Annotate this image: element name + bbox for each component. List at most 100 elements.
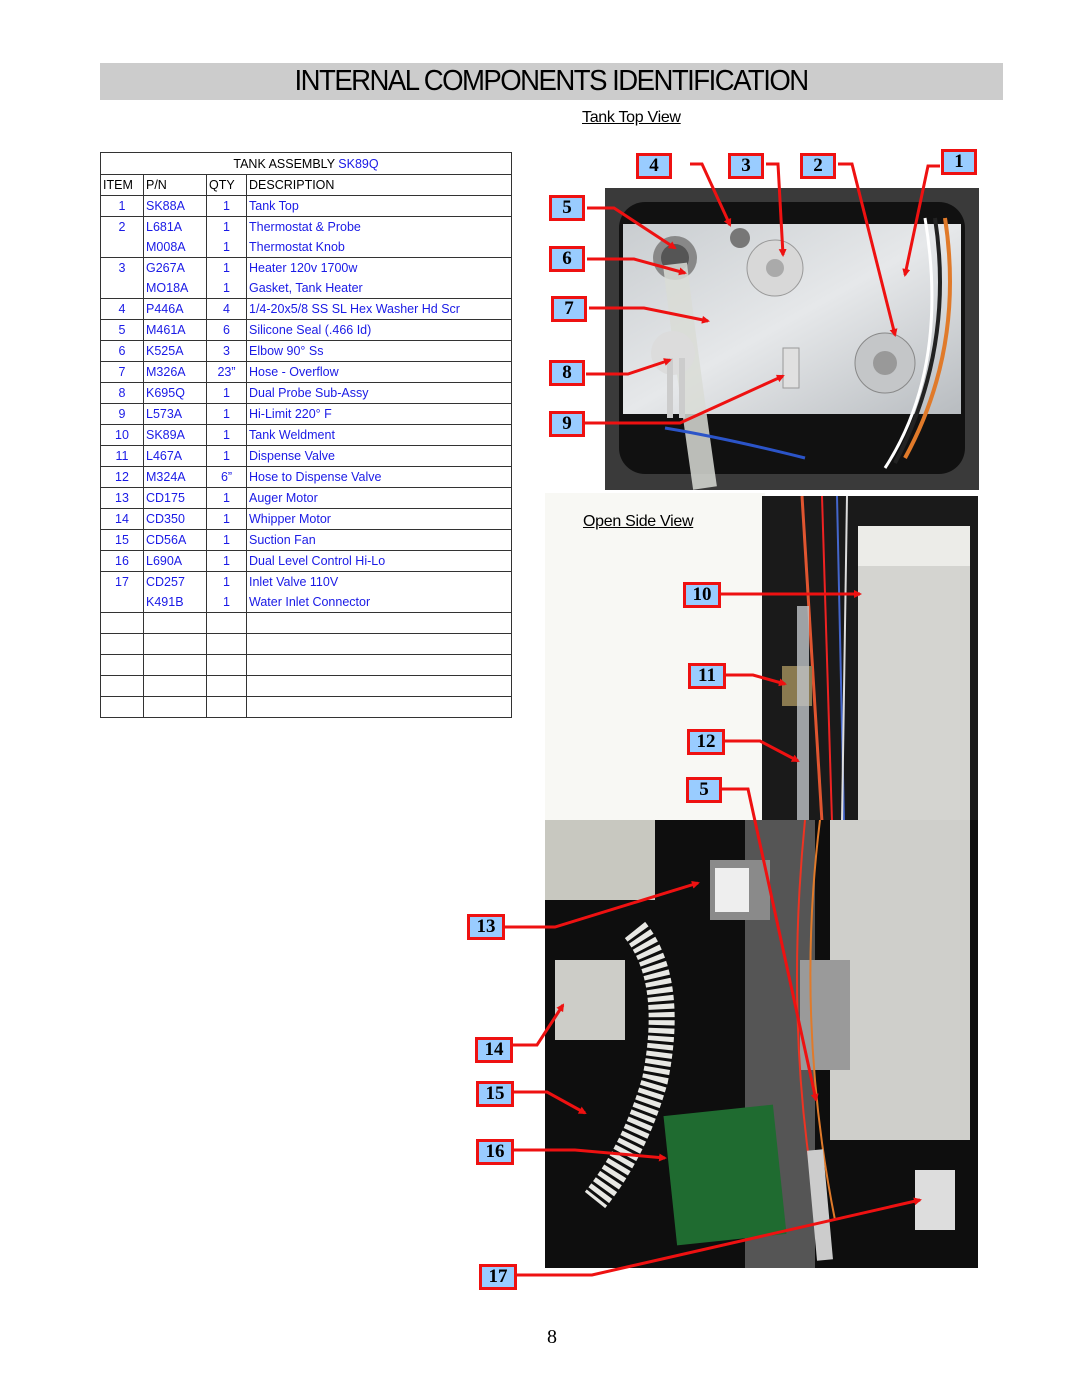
empty-cell [143, 696, 207, 718]
cell-pn: L573A [143, 403, 207, 425]
cell-pn: CD56A [143, 529, 207, 551]
cell-qty: 1 [206, 571, 247, 592]
cell-description: Silicone Seal (.466 Id) [246, 319, 512, 341]
cell-item: 2 [100, 216, 144, 237]
cell-item: 7 [100, 361, 144, 383]
empty-cell [206, 675, 247, 697]
assembly-part-number: SK89Q [338, 156, 379, 171]
callout-1: 1 [941, 149, 977, 175]
cell-qty: 1 [206, 529, 247, 551]
cell-pn: CD175 [143, 487, 207, 509]
cell-pn: CD257 [143, 571, 207, 592]
cell-pn: K525A [143, 340, 207, 362]
table-row: 5 M461A 6 Silicone Seal (.466 Id) [100, 319, 512, 341]
table-row: 10 SK89A 1 Tank Weldment [100, 424, 512, 446]
cell-description: Water Inlet Connector [246, 592, 512, 613]
cell-description: Elbow 90° Ss [246, 340, 512, 362]
cell-pn: M008A [143, 237, 207, 258]
bottom-photo [545, 820, 978, 1268]
cell-description: Dual Probe Sub-Assy [246, 382, 512, 404]
cell-item: 13 [100, 487, 144, 509]
cell-pn: K491B [143, 592, 207, 613]
callout-16: 16 [476, 1139, 514, 1165]
table-row: 16 L690A 1 Dual Level Control Hi-Lo [100, 550, 512, 572]
callout-17: 17 [479, 1264, 517, 1290]
empty-cell [100, 633, 144, 655]
empty-table-row [100, 696, 512, 718]
callout-3: 3 [728, 153, 764, 179]
cell-item: 1 [100, 195, 144, 217]
empty-cell [246, 612, 512, 634]
empty-table-row [100, 675, 512, 697]
cell-item [100, 237, 144, 258]
cell-item: 11 [100, 445, 144, 467]
cell-pn: MO18A [143, 278, 207, 299]
cell-item: 3 [100, 257, 144, 278]
empty-cell [246, 654, 512, 676]
cell-description: Thermostat & Probe [246, 216, 512, 237]
cell-qty: 1 [206, 403, 247, 425]
empty-cell [246, 675, 512, 697]
cell-pn: CD350 [143, 508, 207, 530]
empty-cell [206, 612, 247, 634]
cell-pn: M324A [143, 466, 207, 488]
empty-table-row [100, 654, 512, 676]
cell-item: 9 [100, 403, 144, 425]
table-row: 9 L573A 1 Hi-Limit 220° F [100, 403, 512, 425]
table-row: 14 CD350 1 Whipper Motor [100, 508, 512, 530]
table-title-row: TANK ASSEMBLY SK89Q [100, 152, 512, 175]
table-row: 2 L681A 1 Thermostat & Probe [100, 216, 512, 237]
cell-item [100, 592, 144, 613]
cell-description: Dispense Valve [246, 445, 512, 467]
callout-12: 12 [687, 729, 725, 755]
cell-item: 14 [100, 508, 144, 530]
cell-pn: SK89A [143, 424, 207, 446]
cell-item: 5 [100, 319, 144, 341]
callout-7: 7 [551, 296, 587, 322]
table-row: 6 K525A 3 Elbow 90° Ss [100, 340, 512, 362]
cell-qty: 1 [206, 445, 247, 467]
cell-qty: 1 [206, 508, 247, 530]
cell-description: Tank Top [246, 195, 512, 217]
cell-description: Tank Weldment [246, 424, 512, 446]
cell-description: Heater 120v 1700w [246, 257, 512, 278]
cell-qty: 3 [206, 340, 247, 362]
cell-qty: 23” [206, 361, 247, 383]
cell-item: 12 [100, 466, 144, 488]
table-row: M008A 1 Thermostat Knob [100, 237, 512, 258]
cell-description: Gasket, Tank Heater [246, 278, 512, 299]
cell-pn: L467A [143, 445, 207, 467]
cell-description: Hose to Dispense Valve [246, 466, 512, 488]
callout-11: 11 [688, 663, 726, 689]
cell-item: 10 [100, 424, 144, 446]
callout-14: 14 [475, 1037, 513, 1063]
table-row: 8 K695Q 1 Dual Probe Sub-Assy [100, 382, 512, 404]
empty-cell [143, 675, 207, 697]
cell-description: Hose - Overflow [246, 361, 512, 383]
cell-item: 6 [100, 340, 144, 362]
cell-qty: 1 [206, 550, 247, 572]
callout-9: 9 [549, 411, 585, 437]
header-qty: QTY [206, 174, 247, 196]
page-title-bar: INTERNAL COMPONENTS IDENTIFICATION [100, 63, 1003, 100]
cell-description: Auger Motor [246, 487, 512, 509]
cell-qty: 4 [206, 298, 247, 320]
cell-description: Whipper Motor [246, 508, 512, 530]
callout-15: 15 [476, 1081, 514, 1107]
tank-top-photo [605, 188, 979, 490]
callout-4: 4 [636, 153, 672, 179]
table-title: TANK ASSEMBLY SK89Q [100, 152, 512, 175]
table-row: 12 M324A 6” Hose to Dispense Valve [100, 466, 512, 488]
callout-5: 5 [549, 195, 585, 221]
page-number: 8 [547, 1326, 557, 1348]
callout-5-side: 5 [686, 777, 722, 803]
table-title-prefix: TANK ASSEMBLY [233, 156, 335, 171]
cell-description: Hi-Limit 220° F [246, 403, 512, 425]
cell-qty: 1 [206, 592, 247, 613]
empty-table-row [100, 633, 512, 655]
callout-13: 13 [467, 914, 505, 940]
cell-description: Inlet Valve 110V [246, 571, 512, 592]
cell-pn: M326A [143, 361, 207, 383]
open-side-view-label: Open Side View [583, 513, 694, 530]
cell-item: 15 [100, 529, 144, 551]
